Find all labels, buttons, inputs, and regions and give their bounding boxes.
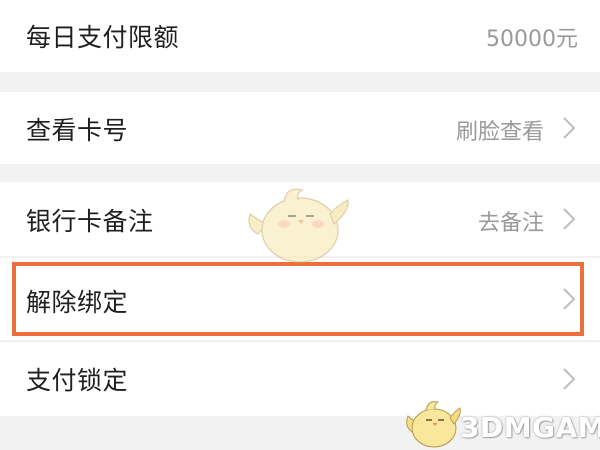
- payment-lock-label: 支付锁定: [26, 366, 129, 395]
- bank-card-remark-value: 去备注: [477, 211, 544, 236]
- view-card-number-label: 查看卡号: [26, 116, 129, 145]
- mascot-watermark: [248, 188, 349, 263]
- row-view-card-number[interactable]: 查看卡号 刷脸查看: [0, 92, 600, 164]
- unbind-card-label: 解除绑定: [26, 288, 129, 317]
- daily-limit-value: 50000元: [486, 27, 578, 52]
- bank-card-settings-screen: 每日支付限额 50000元 查看卡号 刷脸查看 银行卡备注 去备注 解除绑定 支…: [0, 0, 600, 450]
- watermark-text: 3DMGAME: [460, 411, 600, 444]
- chevron-right-icon: [563, 288, 576, 310]
- chevron-right-icon: [563, 117, 576, 139]
- row-unbind-card[interactable]: 解除绑定: [0, 258, 600, 340]
- chevron-right-icon: [563, 368, 576, 390]
- daily-limit-label: 每日支付限额: [26, 23, 180, 52]
- bank-card-remark-label: 银行卡备注: [26, 207, 154, 236]
- row-daily-payment-limit[interactable]: 每日支付限额 50000元: [0, 0, 600, 72]
- bird-logo-icon: [406, 401, 461, 448]
- chevron-right-icon: [563, 208, 576, 230]
- row-payment-lock[interactable]: 支付锁定: [0, 342, 600, 416]
- view-card-number-value: 刷脸查看: [455, 120, 544, 145]
